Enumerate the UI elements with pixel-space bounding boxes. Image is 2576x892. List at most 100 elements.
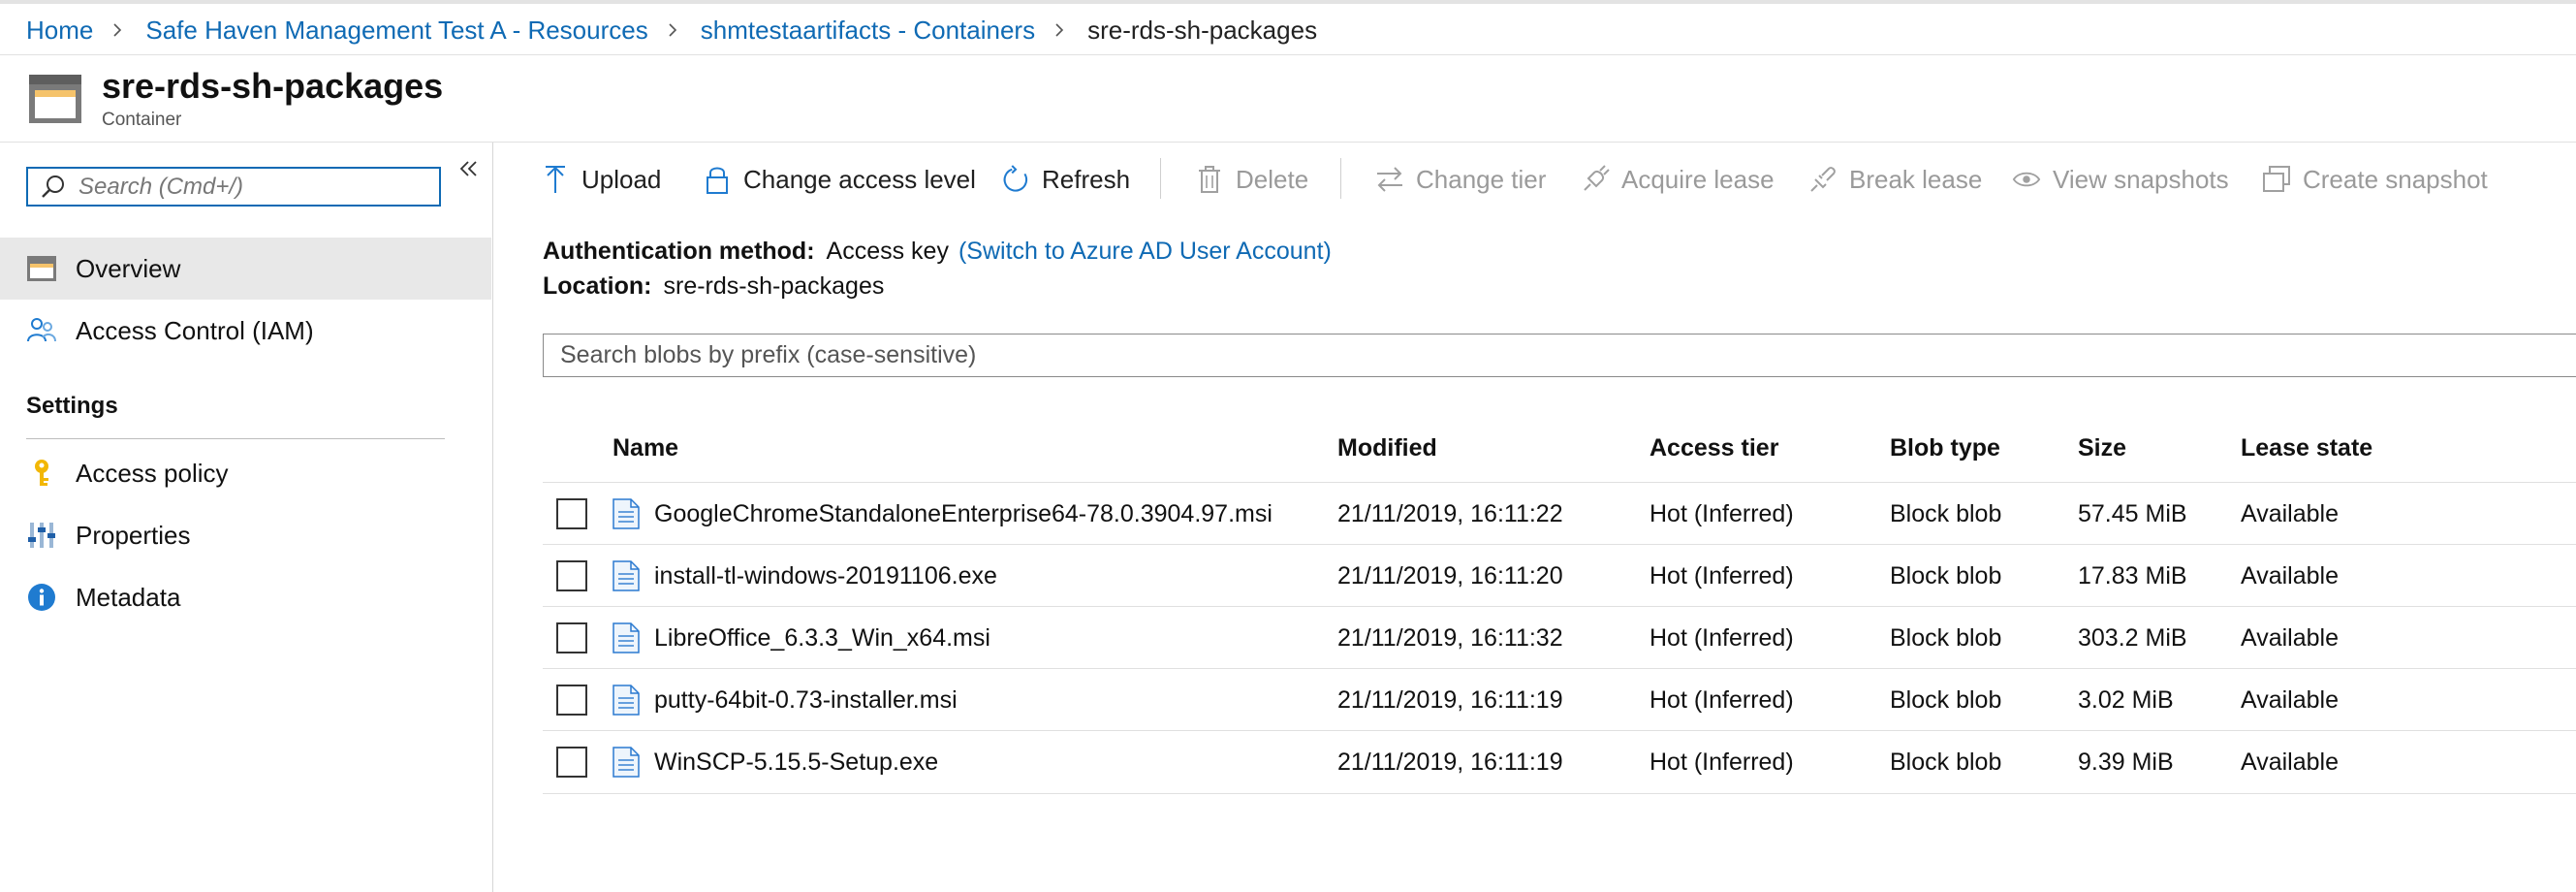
blob-modified: 21/11/2019, 16:11:20 — [1337, 561, 1563, 589]
column-header-name[interactable]: Name — [613, 434, 678, 462]
upload-button[interactable]: Upload — [541, 143, 661, 216]
blob-size: 17.83 MiB — [2078, 561, 2187, 589]
chevron-right-icon — [1052, 23, 1066, 37]
toolbar-separator — [1340, 158, 1341, 199]
column-header-access-tier[interactable]: Access tier — [1649, 434, 1778, 462]
sliders-icon — [25, 519, 58, 552]
refresh-icon — [1001, 165, 1030, 194]
sidebar-item-label: Metadata — [76, 582, 181, 612]
auth-method-value: Access key — [826, 238, 949, 265]
delete-button[interactable]: Delete — [1195, 143, 1308, 216]
column-header-modified[interactable]: Modified — [1337, 434, 1437, 462]
sidebar-item-label: Properties — [76, 520, 191, 550]
file-icon — [613, 685, 640, 716]
break-lease-button[interactable]: Break lease — [1808, 143, 1982, 216]
sidebar: Overview Access Control (IAM) Settings A… — [0, 143, 493, 892]
file-icon — [613, 622, 640, 653]
file-icon — [613, 498, 640, 529]
refresh-button[interactable]: Refresh — [1001, 143, 1130, 216]
auth-method-label: Authentication method: — [543, 238, 815, 265]
table-row[interactable]: putty-64bit-0.73-installer.msi 21/11/201… — [543, 668, 2576, 731]
lock-icon — [703, 165, 732, 194]
location-value: sre-rds-sh-packages — [663, 272, 885, 300]
blob-access-tier: Hot (Inferred) — [1649, 748, 1794, 776]
row-checkbox[interactable] — [556, 560, 587, 591]
blob-type: Block blob — [1890, 748, 2002, 776]
unplug-icon — [1808, 165, 1838, 194]
blob-name[interactable]: GoogleChromeStandaloneEnterprise64-78.0.… — [654, 483, 1272, 545]
view-snapshots-button[interactable]: View snapshots — [2012, 143, 2229, 216]
sidebar-item-properties[interactable]: Properties — [0, 504, 491, 566]
file-icon — [613, 747, 640, 778]
blob-access-tier: Hot (Inferred) — [1649, 623, 1794, 652]
blob-type: Block blob — [1890, 623, 2002, 652]
row-checkbox[interactable] — [556, 747, 587, 778]
sidebar-item-label: Access policy — [76, 458, 229, 488]
column-header-blob-type[interactable]: Blob type — [1890, 434, 2000, 462]
blob-type: Block blob — [1890, 685, 2002, 714]
key-icon — [25, 457, 58, 490]
people-icon — [25, 314, 58, 347]
blob-lease-state: Available — [2241, 499, 2340, 527]
blob-search-input[interactable] — [560, 341, 2570, 369]
page-subtitle: Container — [102, 110, 182, 130]
divider — [0, 54, 2576, 55]
snapshot-icon — [2262, 165, 2291, 194]
blob-name[interactable]: putty-64bit-0.73-installer.msi — [654, 669, 958, 731]
sidebar-item-access-policy[interactable]: Access policy — [0, 442, 491, 504]
sidebar-item-label: Overview — [76, 253, 181, 283]
blob-size: 3.02 MiB — [2078, 685, 2174, 714]
table-row[interactable]: LibreOffice_6.3.3_Win_x64.msi 21/11/2019… — [543, 606, 2576, 669]
breadcrumb: Home Safe Haven Management Test A - Reso… — [26, 14, 1317, 47]
change-tier-button[interactable]: Change tier — [1375, 143, 1546, 216]
row-checkbox[interactable] — [556, 622, 587, 653]
row-checkbox[interactable] — [556, 498, 587, 529]
sidebar-search — [26, 167, 441, 207]
blob-modified: 21/11/2019, 16:11:22 — [1337, 499, 1563, 527]
file-icon — [613, 560, 640, 591]
switch-auth-link[interactable]: (Switch to Azure AD User Account) — [958, 238, 1332, 265]
blob-size: 9.39 MiB — [2078, 748, 2174, 776]
sidebar-item-metadata[interactable]: Metadata — [0, 566, 491, 628]
divider — [26, 438, 445, 439]
blob-name[interactable]: install-tl-windows-20191106.exe — [654, 545, 997, 607]
blob-modified: 21/11/2019, 16:11:19 — [1337, 685, 1563, 714]
eye-icon — [2012, 165, 2041, 194]
table-row[interactable]: GoogleChromeStandaloneEnterprise64-78.0.… — [543, 482, 2576, 545]
page-title: sre-rds-sh-packages — [102, 66, 444, 106]
container-icon — [28, 74, 82, 124]
create-snapshot-button[interactable]: Create snapshot — [2262, 143, 2488, 216]
sidebar-item-access-control[interactable]: Access Control (IAM) — [0, 300, 491, 362]
breadcrumb-resources-link[interactable]: Safe Haven Management Test A - Resources — [145, 16, 647, 46]
breadcrumb-home-link[interactable]: Home — [26, 16, 93, 46]
location-line: Location: sre-rds-sh-packages — [543, 272, 884, 301]
trash-icon — [1195, 165, 1224, 194]
table-row[interactable]: install-tl-windows-20191106.exe 21/11/20… — [543, 544, 2576, 607]
search-icon — [40, 174, 67, 201]
column-header-lease-state[interactable]: Lease state — [2241, 434, 2372, 462]
location-label: Location: — [543, 272, 652, 300]
blob-lease-state: Available — [2241, 623, 2340, 652]
row-checkbox[interactable] — [556, 685, 587, 716]
blob-lease-state: Available — [2241, 748, 2340, 776]
sidebar-search-input[interactable] — [79, 173, 427, 201]
blob-modified: 21/11/2019, 16:11:19 — [1337, 748, 1563, 776]
top-border — [0, 0, 2576, 4]
sidebar-item-label: Access Control (IAM) — [76, 315, 314, 345]
blob-name[interactable]: WinSCP-5.15.5-Setup.exe — [654, 731, 938, 793]
blob-lease-state: Available — [2241, 561, 2340, 589]
blob-modified: 21/11/2019, 16:11:32 — [1337, 623, 1563, 652]
breadcrumb-containers-link[interactable]: shmtestaartifacts - Containers — [701, 16, 1035, 46]
column-header-size[interactable]: Size — [2078, 434, 2126, 462]
blob-lease-state: Available — [2241, 685, 2340, 714]
change-access-level-button[interactable]: Change access level — [703, 143, 976, 216]
collapse-sidebar-icon[interactable] — [456, 156, 483, 183]
table-row[interactable]: WinSCP-5.15.5-Setup.exe 21/11/2019, 16:1… — [543, 730, 2576, 794]
sidebar-item-overview[interactable]: Overview — [0, 238, 491, 300]
blob-access-tier: Hot (Inferred) — [1649, 499, 1794, 527]
acquire-lease-button[interactable]: Acquire lease — [1581, 143, 1775, 216]
chevron-right-icon — [110, 23, 124, 37]
blob-size: 57.45 MiB — [2078, 499, 2187, 527]
blob-name[interactable]: LibreOffice_6.3.3_Win_x64.msi — [654, 607, 990, 669]
container-icon — [25, 252, 58, 285]
